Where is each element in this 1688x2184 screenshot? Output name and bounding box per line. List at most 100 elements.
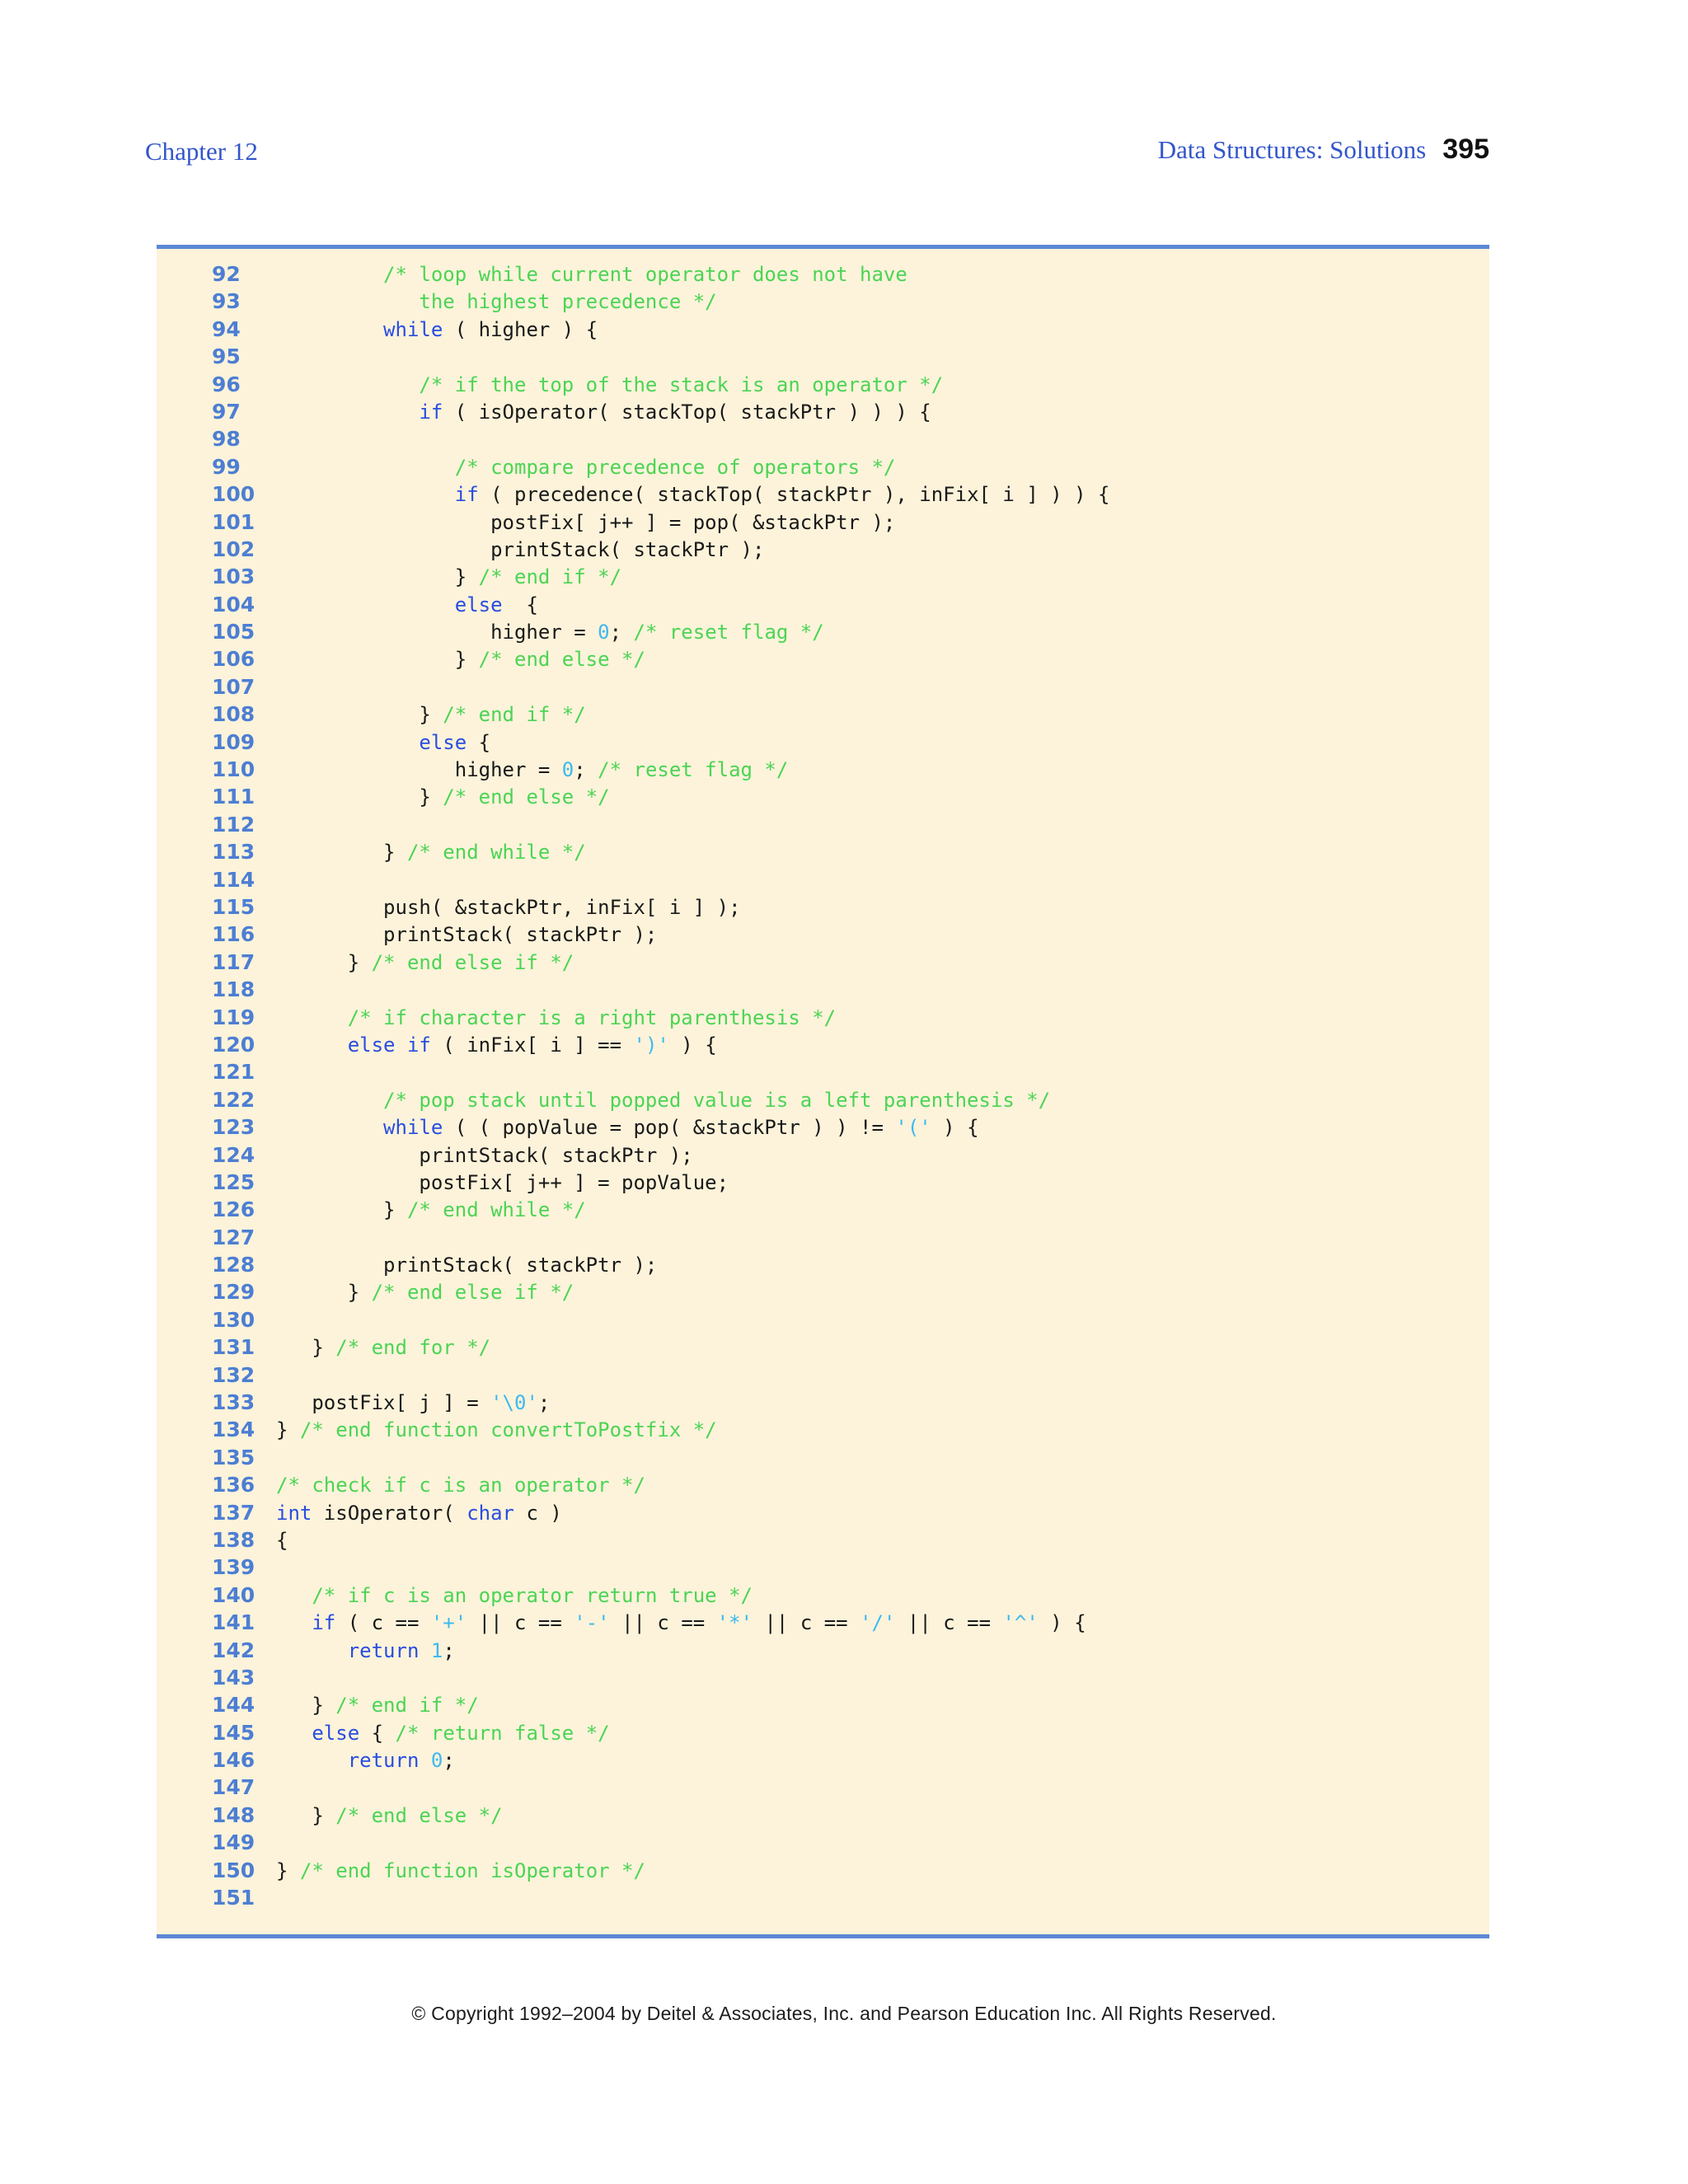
code-line: 137 int isOperator( char c ) xyxy=(157,1499,1489,1526)
code-segment: } xyxy=(276,703,443,727)
line-number: 107 xyxy=(212,674,256,699)
code-line: 141 if ( c == '+' || c == '-' || c == '*… xyxy=(157,1609,1489,1636)
code-text: else if ( inFix[ i ] == ')' ) { xyxy=(276,1033,717,1057)
code-segment: 0 xyxy=(598,621,610,644)
code-text: } /* end while */ xyxy=(276,1198,586,1221)
code-text: else { xyxy=(276,731,490,754)
code-text: else { xyxy=(276,593,538,616)
code-line: 133 postFix[ j ] = '\0'; xyxy=(157,1389,1489,1416)
code-line: 96 /* if the top of the stack is an oper… xyxy=(157,371,1489,398)
code-segment: if xyxy=(312,1611,336,1635)
line-number: 116 xyxy=(212,922,256,947)
code-segment: 1 xyxy=(430,1638,443,1662)
code-line: 125 postFix[ j++ ] = popValue; xyxy=(157,1169,1489,1196)
code-line: 142 return 1; xyxy=(157,1637,1489,1664)
code-text: } /* end for */ xyxy=(276,1336,490,1359)
code-segment: } xyxy=(276,1694,336,1718)
line-number: 143 xyxy=(212,1665,256,1690)
line-number: 95 xyxy=(212,344,241,369)
code-text: } /* end if */ xyxy=(276,703,585,727)
code-segment: } xyxy=(276,785,443,809)
line-number: 136 xyxy=(212,1473,256,1497)
code-segment: ; xyxy=(609,621,634,644)
code-segment: postFix[ j ] = xyxy=(276,1391,491,1415)
code-line: 97 if ( isOperator( stackTop( stackPtr )… xyxy=(157,398,1489,425)
code-segment: /* compare precedence of operators */ xyxy=(454,455,896,479)
code-text: } /* end while */ xyxy=(276,841,586,864)
code-line: 94 while ( higher ) { xyxy=(157,316,1489,343)
code-line: 129 } /* end else if */ xyxy=(157,1278,1489,1305)
code-segment: /* reset flag */ xyxy=(598,758,789,782)
code-text: /* compare precedence of operators */ xyxy=(276,455,896,479)
line-number: 140 xyxy=(212,1582,256,1607)
code-text: postFix[ j++ ] = popValue; xyxy=(276,1171,729,1194)
code-line: 92 /* loop while current operator does n… xyxy=(157,260,1489,288)
code-segment: printStack( stackPtr ); xyxy=(276,537,765,561)
line-number: 150 xyxy=(212,1858,256,1882)
line-number: 130 xyxy=(212,1307,256,1332)
code-segment: higher = xyxy=(276,758,562,782)
code-segment: printStack( stackPtr ); xyxy=(276,1254,658,1277)
code-line: 102 printStack( stackPtr ); xyxy=(157,536,1489,563)
line-number: 138 xyxy=(212,1527,256,1552)
code-segment: while xyxy=(383,317,443,341)
line-number: 98 xyxy=(212,427,241,452)
code-line: 128 printStack( stackPtr ); xyxy=(157,1251,1489,1278)
code-text: postFix[ j++ ] = pop( &stackPtr ); xyxy=(276,511,895,534)
code-text: } /* end else */ xyxy=(276,1804,502,1827)
line-number: 149 xyxy=(212,1830,256,1855)
code-segment: /* end while */ xyxy=(406,841,586,865)
line-number: 133 xyxy=(212,1390,256,1415)
code-text: } /* end if */ xyxy=(276,1694,478,1718)
code-text: the highest precedence */ xyxy=(276,290,716,313)
code-line: 124 printStack( stackPtr ); xyxy=(157,1141,1489,1169)
code-segment: else xyxy=(312,1721,360,1745)
code-line: 98 xyxy=(157,425,1489,452)
line-number: 137 xyxy=(212,1500,256,1525)
code-line: 106 } /* end else */ xyxy=(157,645,1489,673)
line-number: 105 xyxy=(212,620,256,644)
line-number: 146 xyxy=(212,1748,256,1773)
code-segment: '\0' xyxy=(490,1391,538,1415)
code-segment: if xyxy=(419,400,443,424)
code-text: postFix[ j ] = '\0'; xyxy=(276,1391,550,1414)
code-line: 113 } /* end while */ xyxy=(157,838,1489,865)
code-segment: else xyxy=(454,593,503,616)
code-segment: { xyxy=(467,730,491,754)
code-segment: ( c == xyxy=(335,1611,431,1635)
line-number: 129 xyxy=(212,1280,256,1305)
code-line: 118 xyxy=(157,976,1489,1003)
line-number: 99 xyxy=(212,454,241,479)
line-number: 115 xyxy=(212,894,256,919)
code-line: 151 xyxy=(157,1884,1489,1911)
line-number: 139 xyxy=(212,1555,256,1580)
line-number: 128 xyxy=(212,1253,256,1277)
code-line: 132 xyxy=(157,1361,1489,1389)
code-line: 108 } /* end if */ xyxy=(157,701,1489,728)
code-segment: ; xyxy=(574,758,598,782)
code-text: printStack( stackPtr ); xyxy=(276,1144,692,1167)
line-number: 124 xyxy=(212,1142,256,1167)
code-segment: /* return false */ xyxy=(395,1721,610,1745)
code-segment: } xyxy=(276,1281,372,1305)
line-number: 120 xyxy=(212,1032,256,1057)
code-lines: 92 /* loop while current operator does n… xyxy=(157,260,1489,1911)
line-number: 103 xyxy=(212,565,256,589)
code-segment: /* end while */ xyxy=(406,1198,586,1222)
code-segment: { xyxy=(276,1528,288,1552)
line-number: 94 xyxy=(212,316,241,341)
code-line: 149 xyxy=(157,1829,1489,1856)
line-number: 100 xyxy=(212,482,256,507)
code-text: printStack( stackPtr ); xyxy=(276,923,657,946)
line-number: 113 xyxy=(212,840,256,865)
